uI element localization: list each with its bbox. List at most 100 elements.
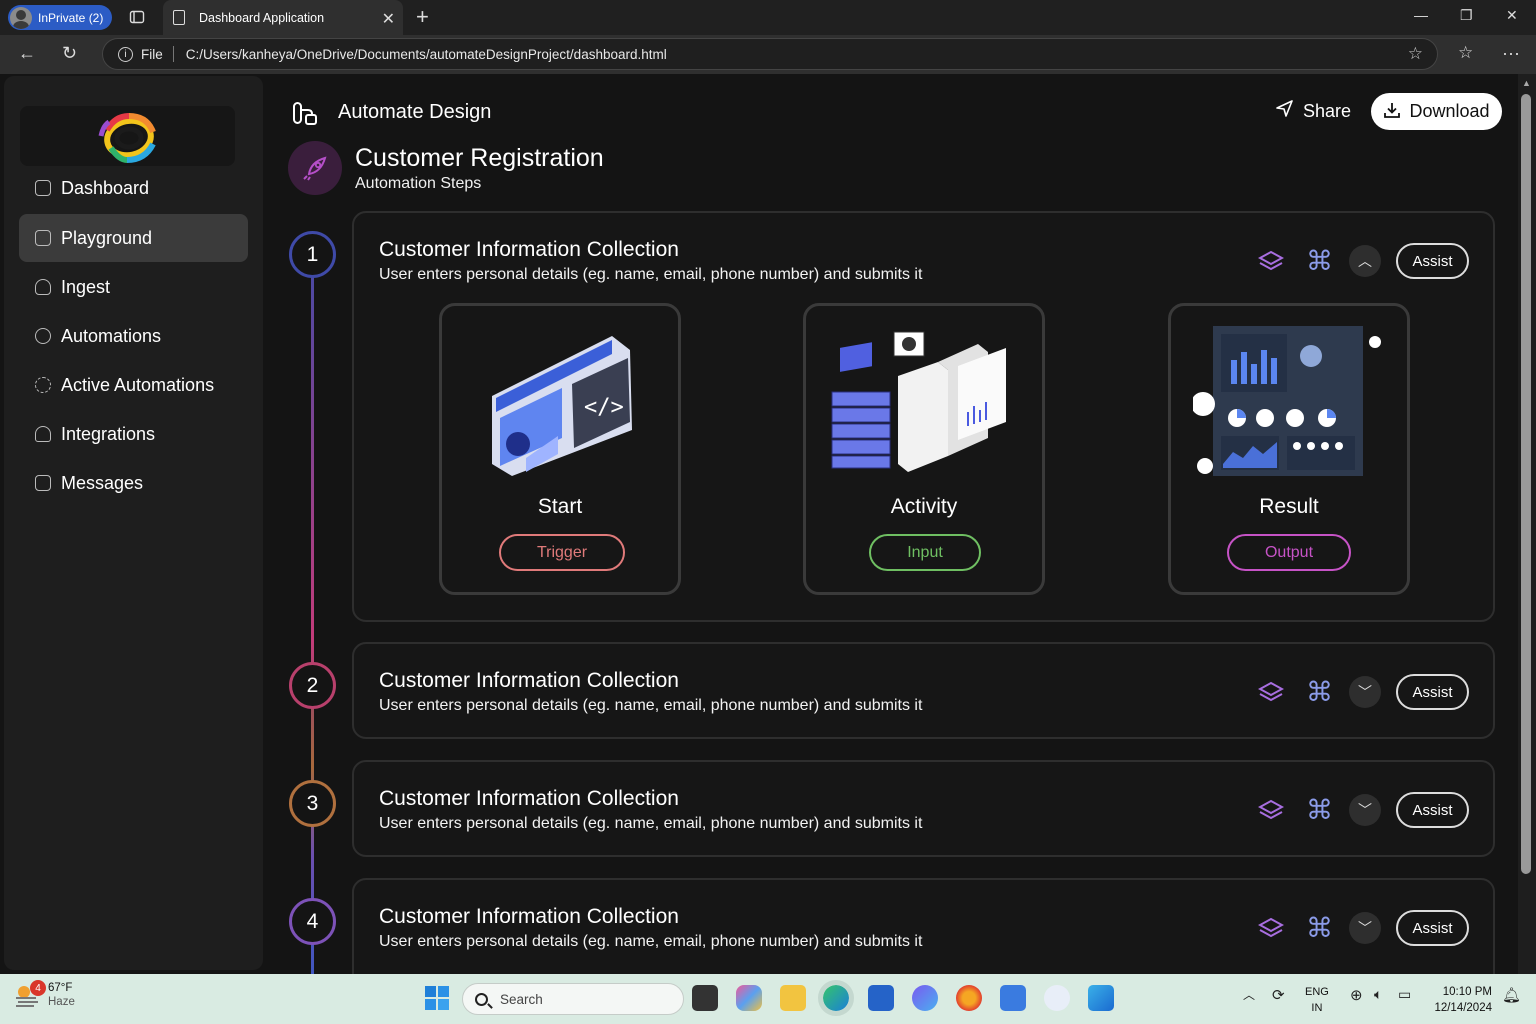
layers-icon[interactable] [1258,797,1284,823]
sidebar-item-messages[interactable]: Messages [19,459,248,507]
firefox-icon[interactable] [956,985,982,1011]
notification-badge: 4 [30,980,46,996]
volume-icon[interactable]: 🔈︎ [1374,986,1382,1003]
step-title: Customer Information Collection [379,238,679,261]
windows-start-icon[interactable] [424,985,450,1011]
command-icon[interactable]: ⌘ [1306,678,1333,706]
notification-bell-icon[interactable]: 🔔︎ [1502,986,1521,1004]
svg-text:</>: </> [584,395,624,420]
step-card-4: Customer Information Collection User ent… [352,878,1495,974]
assist-button[interactable]: Assist [1396,910,1469,946]
site-info-icon[interactable]: i [118,46,133,62]
close-tab-icon[interactable]: ✕ [382,9,395,29]
app-icon[interactable] [912,985,938,1011]
inprivate-profile-button[interactable]: InPrivate (2) [8,5,112,30]
input-language[interactable]: ENG IN [1305,984,1329,1016]
assist-button[interactable]: Assist [1396,792,1469,828]
step-number-badge: 4 [289,898,336,945]
download-icon [1383,101,1401,123]
analytics-dashboard-illustration-icon [1193,326,1381,476]
url-scheme-label: File [141,46,163,62]
chevron-down-icon[interactable]: ﹀ [1349,676,1381,708]
app-icon[interactable] [1044,985,1070,1011]
favorite-star-icon[interactable]: ☆ [1408,44,1423,64]
layers-icon[interactable] [1258,679,1284,705]
layers-icon[interactable] [1258,915,1284,941]
restore-button[interactable]: ❐ [1460,7,1473,24]
haze-weather-icon: 4 [14,980,46,1008]
show-hidden-icons-icon[interactable]: ︿ [1243,986,1255,1003]
clock-date: 12/14/2024 [1434,1002,1492,1014]
sidebar-item-automations[interactable]: Automations [19,312,248,360]
task-view-icon[interactable] [692,985,718,1011]
command-icon[interactable]: ⌘ [1306,914,1333,942]
chevron-down-icon[interactable]: ﹀ [1349,794,1381,826]
copilot-icon[interactable] [736,985,762,1011]
more-menu-icon[interactable]: ··· [1502,43,1520,64]
page-scrollbar[interactable]: ▲ [1518,74,1536,974]
minimize-button[interactable]: — [1414,7,1428,23]
download-button[interactable]: Download [1371,93,1502,130]
edge-browser-icon[interactable] [818,980,854,1016]
chevron-up-icon[interactable]: ︿ [1349,245,1381,277]
address-bar[interactable]: i File C:/Users/kanheya/OneDrive/Documen… [102,38,1438,70]
command-icon[interactable]: ⌘ [1306,796,1333,824]
weather-temp: 67°F [48,982,73,994]
automate-brand-icon [293,102,317,125]
assist-button[interactable]: Assist [1396,674,1469,710]
microsoft-store-icon[interactable] [868,985,894,1011]
playground-icon [35,230,51,246]
output-button[interactable]: Output [1227,534,1351,571]
tab-title: Dashboard Application [199,10,325,25]
step-number-badge: 2 [289,662,336,709]
browser-tab-active[interactable]: Dashboard Application ✕ [163,0,403,35]
step-number-badge: 1 [289,231,336,278]
scrollbar-thumb[interactable] [1521,94,1531,874]
sidebar-item-active-automations[interactable]: Active Automations [19,361,248,409]
tab-actions-icon[interactable] [128,8,146,26]
refresh-button[interactable]: ↻ [62,43,77,64]
tile-activity[interactable]: Activity Input [803,303,1045,595]
sidebar-item-label: Messages [61,472,144,493]
step-title: Customer Information Collection [379,905,679,928]
share-label: Share [1303,100,1352,121]
back-button[interactable]: ← [18,43,36,64]
scroll-up-icon[interactable]: ▲ [1522,78,1531,88]
logo-container [20,106,235,166]
tile-start[interactable]: </> Start Trigger [439,303,681,595]
sidebar-item-playground[interactable]: Playground [19,214,248,262]
sidebar-item-dashboard[interactable]: Dashboard [19,164,248,212]
sidebar-item-ingest[interactable]: Ingest [19,263,248,311]
new-tab-button[interactable]: + [416,4,429,30]
step-tools: ⌘ ﹀ Assist [1258,792,1469,828]
search-icon [475,992,488,1006]
windows-taskbar: 4 67°F Haze Search ︿ ⟳ ENG IN ⊕ 🔈︎ ▭ 10:… [0,974,1536,1024]
search-placeholder: Search [500,991,543,1007]
integrations-icon [35,426,51,442]
share-button[interactable]: Share [1276,100,1351,122]
chevron-down-icon[interactable]: ﹀ [1349,912,1381,944]
taskbar-search-box[interactable]: Search [462,983,684,1015]
input-button[interactable]: Input [869,534,981,571]
sidebar-item-integrations[interactable]: Integrations [19,410,248,458]
weather-widget[interactable]: 4 67°F Haze [14,980,75,1008]
tile-name: Start [537,495,583,518]
layers-icon[interactable] [1258,248,1284,274]
trigger-button[interactable]: Trigger [499,534,625,571]
url-text[interactable]: C:/Users/kanheya/OneDrive/Documents/auto… [186,47,667,62]
page-title: Customer Registration [355,144,604,172]
step-number-badge: 3 [289,780,336,827]
tile-result[interactable]: Result Output [1168,303,1410,595]
close-window-button[interactable]: ✕ [1506,7,1518,24]
sync-tray-icon[interactable]: ⟳ [1272,986,1285,1004]
server-data-illustration-icon [831,331,1006,472]
favorites-icon[interactable]: ☆ [1458,43,1473,63]
battery-icon[interactable]: ▭ [1398,986,1411,1003]
notepad-icon[interactable] [1000,985,1026,1011]
command-icon[interactable]: ⌘ [1306,247,1333,275]
photos-icon[interactable] [1088,985,1114,1011]
system-clock[interactable]: 10:10 PM 12/14/2024 [1428,984,1492,1016]
network-icon[interactable]: ⊕ [1350,986,1363,1004]
file-explorer-icon[interactable] [780,985,806,1011]
assist-button[interactable]: Assist [1396,243,1469,279]
